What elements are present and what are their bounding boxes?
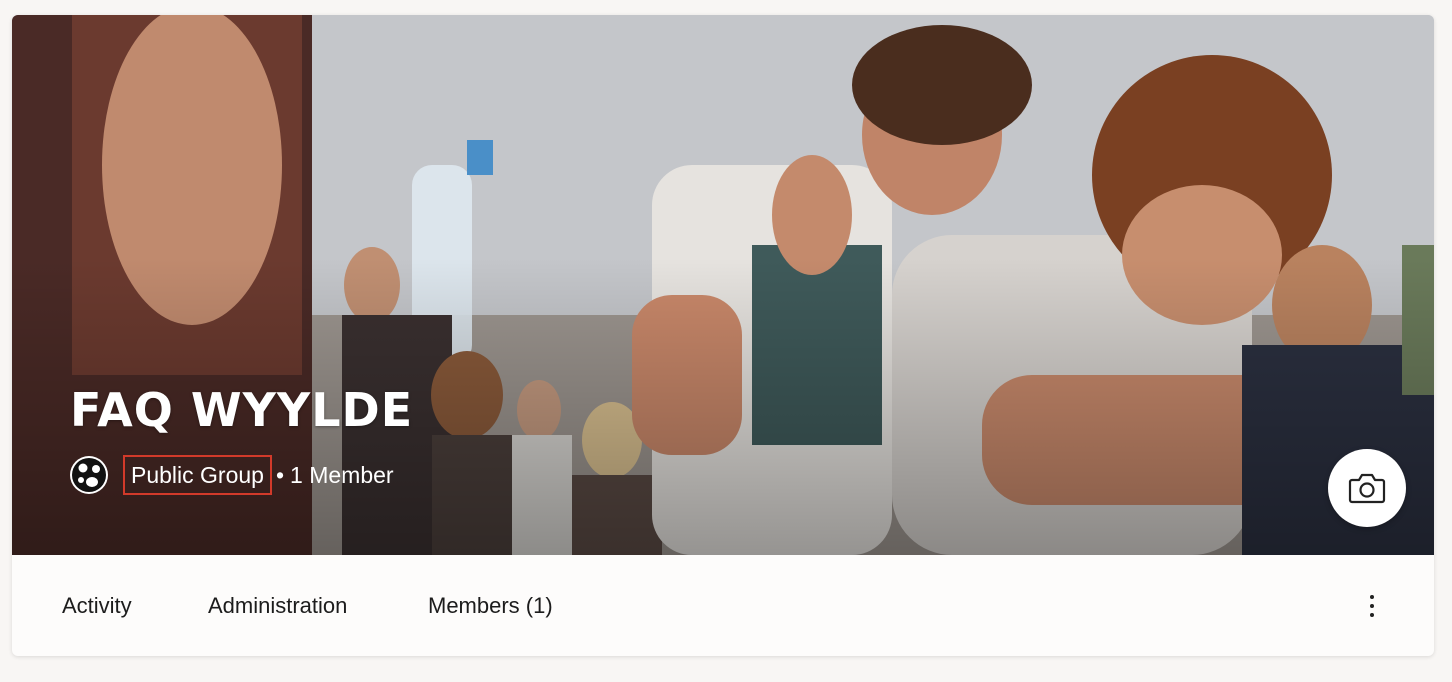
change-cover-button[interactable] — [1328, 449, 1406, 527]
member-count: 1 Member — [290, 461, 394, 488]
group-nav-tabs: Activity Administration Members (1) — [12, 555, 1434, 656]
tab-members[interactable]: Members (1) — [428, 593, 553, 619]
meta-separator: • — [275, 461, 285, 488]
camera-icon — [1348, 473, 1386, 504]
tab-activity[interactable]: Activity — [62, 593, 132, 619]
more-options-button[interactable] — [1360, 591, 1384, 621]
tab-administration[interactable]: Administration — [208, 593, 347, 619]
group-title: FAQ WYYLDE — [70, 383, 414, 437]
more-vertical-icon — [1370, 595, 1374, 599]
group-meta: Public Group • 1 Member — [70, 455, 394, 495]
group-header-card: FAQ WYYLDE Public Group • 1 Member Activ… — [12, 15, 1434, 656]
more-vertical-icon-dot — [1370, 613, 1374, 617]
group-type-icon — [70, 456, 108, 494]
more-vertical-icon-dot — [1370, 604, 1374, 608]
group-privacy-label: Public Group — [123, 455, 272, 495]
group-cover-photo: FAQ WYYLDE Public Group • 1 Member — [12, 15, 1434, 555]
